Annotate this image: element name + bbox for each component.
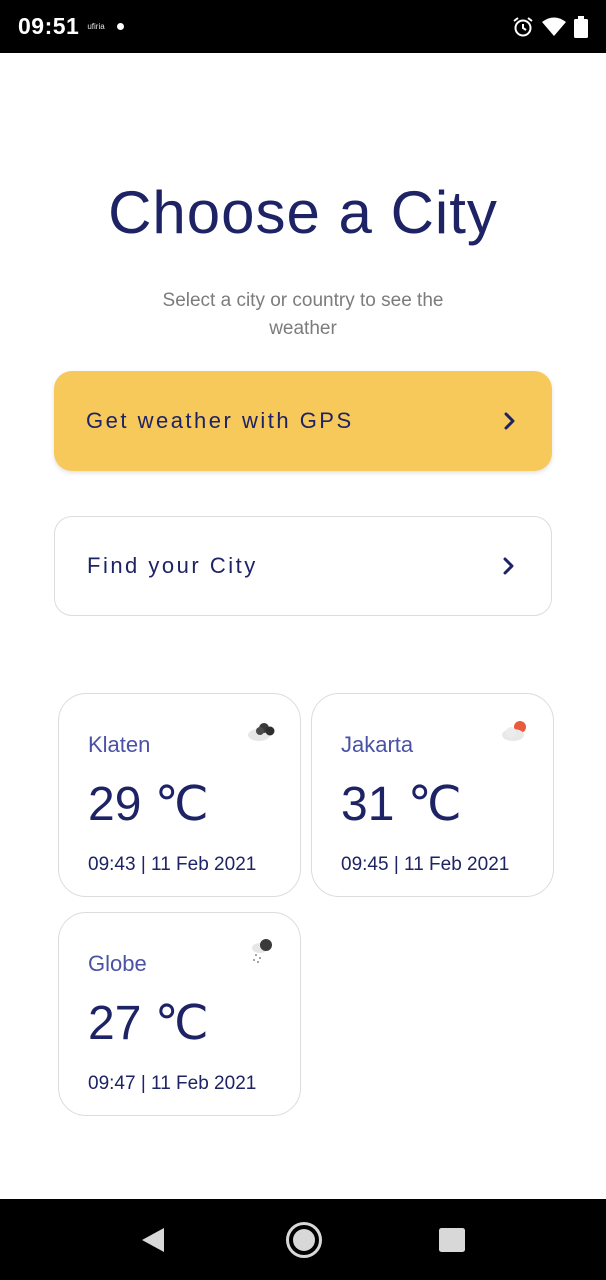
gps-weather-button[interactable]: Get weather with GPS	[54, 371, 552, 471]
city-temperature: 27 ℃	[88, 997, 209, 1050]
chevron-right-icon	[503, 557, 514, 575]
status-time: 09:51	[18, 13, 80, 39]
home-icon[interactable]	[285, 1221, 323, 1259]
page-title: Choose a City	[108, 179, 498, 246]
recent-apps-icon[interactable]	[439, 1228, 465, 1252]
system-nav-bar	[0, 1199, 606, 1280]
page-subtitle: Select a city or country to see the weat…	[162, 290, 444, 339]
city-name: Globe	[88, 951, 147, 976]
status-icons	[512, 15, 588, 38]
city-temperature: 31 ℃	[341, 778, 462, 831]
city-card-globe[interactable]: Globe 27 ℃ 09:47 | 11 Feb 2021	[58, 912, 301, 1116]
chevron-right-icon	[504, 412, 515, 430]
partly-sunny-icon	[502, 721, 526, 741]
city-datetime: 09:43 | 11 Feb 2021	[88, 854, 257, 875]
battery-icon	[574, 15, 588, 38]
status-carrier: ufiria	[87, 22, 105, 31]
city-card-klaten[interactable]: Klaten 29 ℃ 09:43 | 11 Feb 2021	[58, 693, 301, 897]
wifi-icon	[542, 17, 566, 36]
alarm-icon	[513, 16, 533, 36]
city-name: Jakarta	[341, 732, 414, 757]
app-screen: 09:51 ufiria Choose a City Select a city…	[0, 0, 606, 1280]
city-card-jakarta[interactable]: Jakarta 31 ℃ 09:45 | 11 Feb 2021	[311, 693, 554, 897]
gps-weather-label: Get weather with GPS	[86, 408, 354, 433]
find-city-label: Find your City	[87, 553, 258, 578]
rain-icon	[252, 939, 272, 963]
city-temperature: 29 ℃	[88, 778, 209, 831]
city-datetime: 09:45 | 11 Feb 2021	[341, 854, 510, 875]
status-bar: 09:51 ufiria	[0, 0, 606, 53]
notification-dot-icon	[116, 23, 124, 30]
back-icon[interactable]	[140, 1226, 166, 1254]
cloudy-icon	[248, 723, 275, 741]
city-name: Klaten	[88, 732, 151, 757]
city-datetime: 09:47 | 11 Feb 2021	[88, 1073, 257, 1094]
find-city-button[interactable]: Find your City	[54, 516, 552, 616]
